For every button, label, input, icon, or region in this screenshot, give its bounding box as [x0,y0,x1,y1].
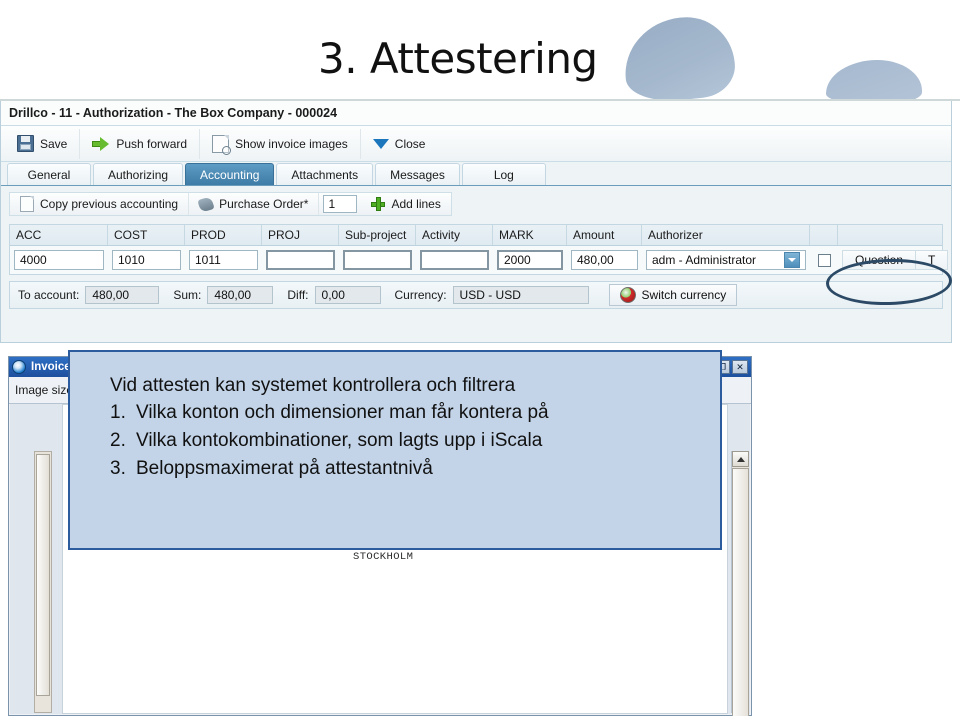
blue-triangle-down-icon [372,138,389,149]
viewer-vertical-scrollbar[interactable] [731,451,749,716]
viewer-left-scroll-thumb[interactable] [36,454,50,696]
col-header-flag[interactable] [810,225,838,245]
add-lines-label: Add lines [391,197,441,211]
decorative-blob-left [620,12,738,106]
tab-messages[interactable]: Messages [375,163,460,185]
sum-label: Sum: [173,288,202,302]
purchase-order-icon [197,195,215,213]
close-window-button[interactable]: ✕ [732,360,748,374]
window-title: Drillco - 11 - Authorization - The Box C… [9,106,338,120]
col-header-cost[interactable]: COST [108,225,185,245]
tab-log[interactable]: Log [461,163,546,185]
show-invoice-images-button[interactable]: Show invoice images [200,128,361,159]
list-item: 1. Vilka konton och dimensioner man får … [110,403,720,422]
tab-authorizing[interactable]: Authorizing [93,163,184,185]
push-forward-button[interactable]: Push forward [80,128,201,159]
purchase-order-button[interactable]: Purchase Order* [189,193,320,215]
tab-general[interactable]: General [7,163,91,185]
tab-attachments[interactable]: Attachments [276,163,374,185]
callout-item-1-text: Vilka konton och dimensioner man får kon… [136,402,549,423]
viewer-scroll-thumb[interactable] [732,468,749,716]
amount-input[interactable]: 480,00 [571,250,638,270]
prod-input[interactable]: 1011 [189,250,258,270]
col-header-amount[interactable]: Amount [567,225,642,245]
copy-previous-accounting-label: Copy previous accounting [40,197,179,211]
cost-input[interactable]: 1010 [112,250,181,270]
add-lines-button[interactable]: Add lines [361,193,450,215]
decorative-blob-right [826,60,922,104]
currency-label: Currency: [394,288,447,302]
floppy-disk-icon [17,135,34,152]
callout-item-1-number: 1. [110,402,126,423]
viewer-left-scrollbar[interactable] [34,451,52,713]
list-item: 2. Vilka kontokombinationer, som lagts u… [110,431,720,450]
col-header-activity[interactable]: Activity [416,225,493,245]
callout-item-3-number: 3. [110,458,126,479]
image-size-label[interactable]: Image size [15,383,73,397]
tab-accounting[interactable]: Accounting [185,163,275,185]
viewer-title: Invoice [31,361,71,373]
document-search-icon [212,134,232,155]
currency-value: USD - USD [452,286,589,304]
scroll-up-button[interactable] [732,451,749,467]
switch-currency-button[interactable]: Switch currency [608,284,738,306]
currency-globe-icon [619,287,636,303]
row-checkbox[interactable] [817,253,831,267]
page-title: 3. Attestering [318,34,598,83]
col-header-mark[interactable]: MARK [493,225,567,245]
purchase-order-count-input[interactable]: 1 [323,195,358,213]
authorization-window: Drillco - 11 - Authorization - The Box C… [0,101,952,343]
internet-explorer-icon [12,360,26,374]
close-button-label: Close [394,136,426,151]
accounting-grid: ACC COST PROD PROJ Sub-project Activity … [9,224,949,275]
green-arrow-icon [92,136,110,151]
save-button[interactable]: Save [5,128,81,159]
show-invoice-images-label: Show invoice images [235,136,348,151]
acc-input[interactable]: 4000 [14,250,104,270]
tab-bar: General Authorizing Accounting Attachmen… [1,162,951,186]
col-header-sub-project[interactable]: Sub-project [339,225,416,245]
chevron-down-icon[interactable] [784,252,800,268]
activity-input[interactable] [420,250,489,270]
to-account-label: To account: [18,288,80,302]
col-header-actions[interactable] [838,225,942,245]
proj-input[interactable] [266,250,335,270]
grid-header-row: ACC COST PROD PROJ Sub-project Activity … [10,225,942,246]
callout-item-2-number: 2. [110,430,126,451]
col-header-authorizer[interactable]: Authorizer [642,225,810,245]
window-titlebar: Drillco - 11 - Authorization - The Box C… [1,101,951,126]
sub-project-input[interactable] [343,250,412,270]
callout-lead-text: Vid attesten kan systemet kontrollera oc… [110,375,516,396]
totals-bar: To account: 480,00 Sum: 480,00 Diff: 0,0… [9,281,943,309]
page-icon [20,196,34,212]
authorizer-value: adm - Administrator [652,253,757,267]
copy-previous-accounting-button[interactable]: Copy previous accounting [10,193,190,215]
triangle-up-icon [736,456,745,462]
sum-value: 480,00 [207,286,274,304]
accounting-actions-bar: Copy previous accounting Purchase Order*… [1,190,951,218]
mark-input[interactable]: 2000 [497,250,563,270]
diff-value: 0,00 [314,286,381,304]
col-header-proj[interactable]: PROJ [262,225,339,245]
col-header-acc[interactable]: ACC [10,225,108,245]
col-header-prod[interactable]: PROD [185,225,262,245]
callout-item-2-text: Vilka kontokombinationer, som lagts upp … [136,430,543,451]
callout-item-3-text: Beloppsmaximerat på attestantnivå [136,458,433,479]
switch-currency-label: Switch currency [641,288,727,302]
slide-root: 3. Attestering Drillco - 11 - Authorizat… [0,0,960,716]
push-forward-button-label: Push forward [116,136,188,151]
main-toolbar: Save Push forward Show invoice images Cl… [1,126,951,162]
diff-label: Diff: [287,288,309,302]
save-button-label: Save [40,136,68,151]
list-item: 3. Beloppsmaximerat på attestantnivå [110,459,720,478]
table-row: 4000 1010 1011 2000 480,00 adm - Adminis… [10,246,949,274]
callout-box: Vid attesten kan systemet kontrollera oc… [68,350,722,550]
to-account-value: 480,00 [85,286,160,304]
close-button[interactable]: Close [361,129,438,159]
purchase-order-label: Purchase Order* [219,197,309,211]
green-plus-icon [371,197,386,211]
authorizer-select[interactable]: adm - Administrator [646,250,806,270]
document-city: STOCKHOLM [353,551,414,563]
